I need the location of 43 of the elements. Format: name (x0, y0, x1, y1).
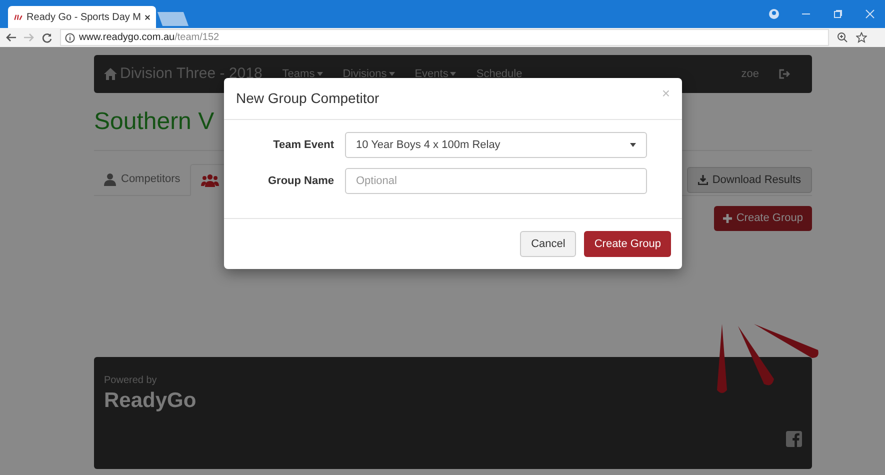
new-tab-button[interactable] (157, 12, 189, 26)
tab[interactable]: Competitors (94, 163, 190, 195)
address-field[interactable]: www.readygo.com.au/team/152 (60, 29, 829, 46)
download-results-button[interactable]: Download Results (687, 167, 812, 193)
create-group-button[interactable]: Create Group (714, 206, 812, 231)
nav-menu[interactable]: Schedule (476, 66, 522, 82)
download-icon (698, 175, 708, 185)
url-text: www.readygo.com.au/team/152 (79, 31, 220, 45)
plus-icon (723, 214, 732, 223)
tab-title: Ready Go - Sports Day M (26, 10, 142, 24)
logout-icon[interactable] (779, 69, 790, 79)
facebook-icon[interactable] (786, 431, 802, 447)
field-label: Group Name (266, 174, 334, 189)
forward-icon[interactable] (24, 33, 34, 42)
user-icon (104, 172, 116, 186)
user-link[interactable]: zoe (741, 66, 759, 82)
page-title: Southern V (94, 110, 214, 134)
logo-text: ReadyGo (104, 388, 198, 414)
close-button[interactable]: × (662, 83, 670, 104)
field-label: Team Event (272, 138, 334, 153)
caret-icon (630, 143, 636, 147)
cancel-button[interactable]: Cancel (520, 231, 576, 257)
modal-title: New Group Competitor (236, 89, 380, 108)
profile-icon[interactable] (769, 9, 779, 19)
home-icon (104, 68, 117, 80)
powered-by-text: Powered by (104, 374, 158, 388)
create-group-button[interactable]: Create Group (584, 231, 671, 257)
back-icon[interactable] (6, 33, 16, 42)
star-icon[interactable] (856, 32, 867, 43)
nav-menu[interactable]: Teams (282, 66, 315, 82)
select-field[interactable]: 10 Year Boys 4 x 100m Relay (345, 132, 647, 158)
logo-icon (14, 13, 23, 21)
brand-link[interactable]: Division Three - 2018 (120, 62, 262, 86)
restore-icon[interactable] (833, 9, 843, 19)
reload-icon[interactable] (42, 32, 52, 42)
group-icon (201, 174, 220, 186)
info-icon (65, 32, 75, 42)
input-field[interactable]: Optional (345, 168, 647, 194)
zoom-icon[interactable] (837, 32, 848, 43)
browser-tab[interactable]: Ready Go - Sports Day M (8, 6, 156, 28)
close-icon[interactable] (145, 14, 150, 20)
nav-menu[interactable]: Divisions (342, 66, 387, 82)
nav-menu[interactable]: Events (414, 66, 448, 82)
